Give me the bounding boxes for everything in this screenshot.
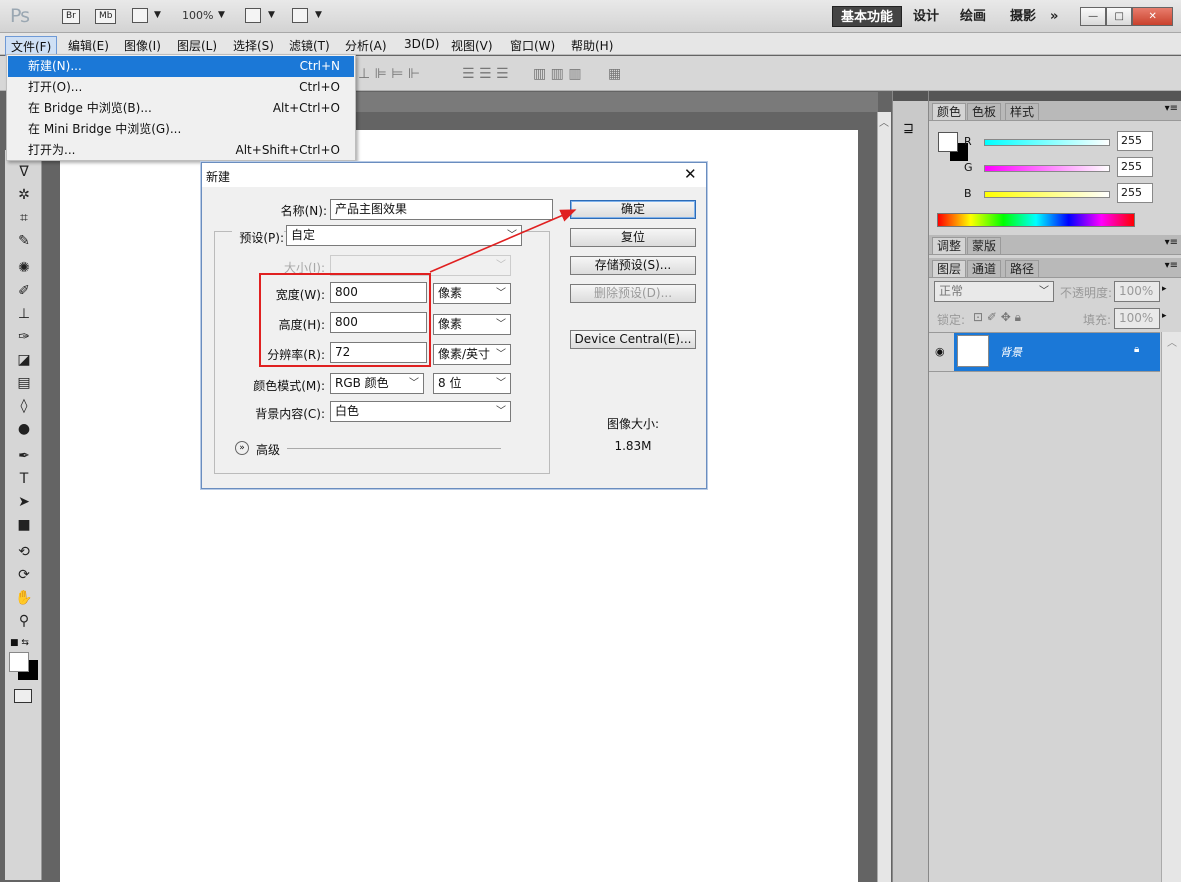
arrow-line (429, 209, 577, 273)
annotation-arrow (429, 209, 577, 273)
